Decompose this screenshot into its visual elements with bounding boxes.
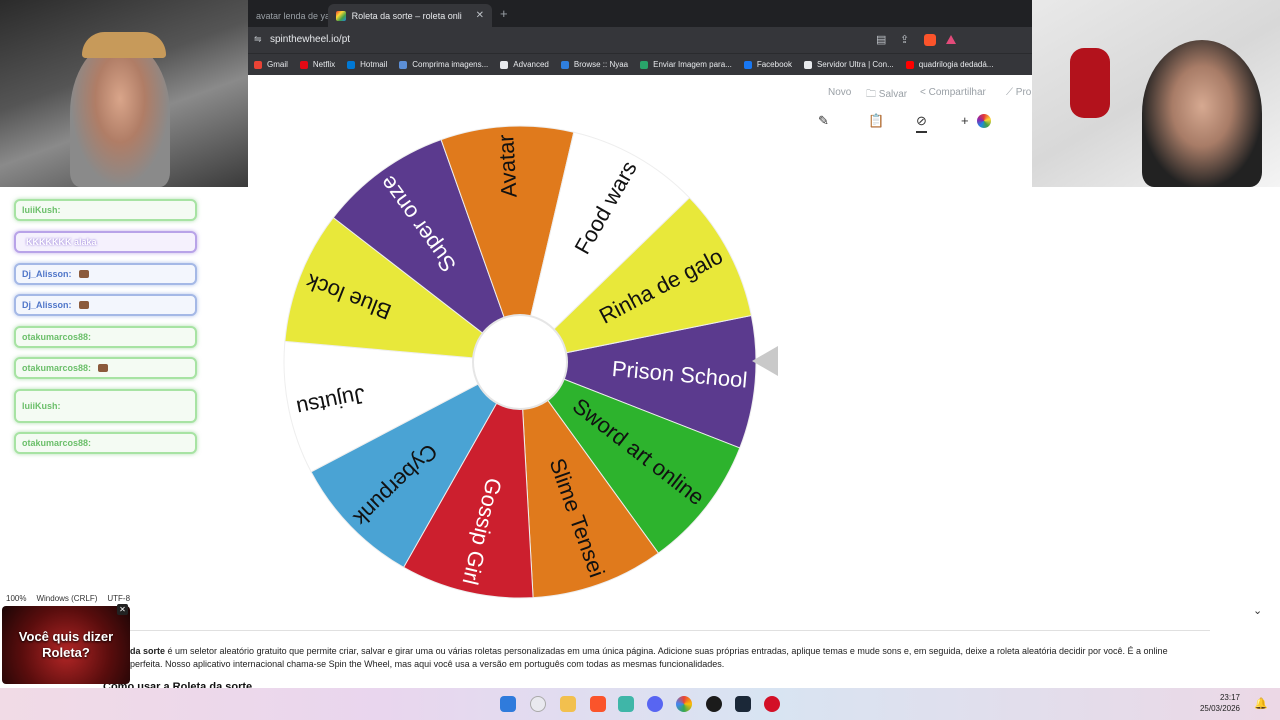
enviar-imagem-icon [640,60,649,69]
chat-message: KKKKKKK alaka [14,231,197,253]
add-icon[interactable]: + [961,113,969,128]
editor-status-bar: 100% Windows (CRLF) UTF-8 [0,591,196,605]
clipboard-icon[interactable]: 📋 [868,113,884,129]
promo-close-icon[interactable]: ✕ [117,604,128,615]
chat-message: luiiKush: [14,199,197,221]
brave-icon[interactable] [590,696,606,712]
salvar-link[interactable]: 🗀 Salvar [866,87,907,104]
promo-overlay[interactable]: Você quis dizer Roleta? [2,606,130,684]
steam-icon[interactable] [735,696,751,712]
webcam-left [0,0,248,187]
servidor-icon [803,60,812,69]
chat-username: luiiKush: [22,205,61,215]
tab-favicon-icon [336,10,346,21]
gmail-icon [254,60,262,69]
address-bar: ⇋ spinthewheel.io/pt ▤ ⇪ [248,27,1032,53]
zoom-level: 100% [6,593,27,603]
bookmark-comprima[interactable]: Comprima imagens... [399,60,488,69]
hide-eye-icon[interactable]: ⊘ [916,113,927,133]
guest-figure [1142,40,1262,187]
notification-icon[interactable]: 🔔 [1254,697,1268,710]
description-text: da sorte é um seletor aleatório gratuito… [130,646,1168,669]
emote-icon [78,301,89,309]
search-icon[interactable] [530,696,546,712]
comprima-icon [399,60,408,69]
chat-message: Dj_Alisson: [14,263,197,285]
url-text[interactable]: spinthewheel.io/pt [270,34,350,45]
bookmark-hotmail[interactable]: Hotmail [347,60,387,69]
promo-text: Você quis dizer Roleta? [18,629,114,660]
bookmarks-bar: Gmail Netflix Hotmail Comprima imagens..… [248,53,1032,75]
emote-icon [78,270,89,278]
brave-rewards-icon[interactable] [946,35,956,44]
chat-username: otakumarcos88: [22,332,92,342]
chat-username: luiiKush: [22,401,61,411]
compartilhar-link[interactable]: < Compartilhar [920,87,986,98]
line-ending: Windows (CRLF) [36,593,98,603]
share-icon[interactable]: ⇪ [900,33,909,46]
encoding: UTF-8 [107,593,131,603]
novo-link[interactable]: Novo [828,87,851,98]
netflix-icon [299,60,308,69]
tab-title: Roleta da sorte – roleta online g [351,10,462,21]
facebook-icon [743,60,752,69]
taskbar-clock[interactable]: 23:17 25/03/2026 [1200,692,1240,714]
emote-icon [98,364,109,372]
microphone-shape [1070,48,1110,118]
hotmail-icon [347,60,356,69]
chat-username: Dj_Alisson: [22,269,72,279]
browser-tab-bar: avatar lenda de yang Roleta da sorte – r… [248,0,1032,27]
app-icon[interactable] [618,696,634,712]
wheel-svg[interactable]: Prison SchoolSword art onlineSlime Tense… [276,118,764,606]
color-palette-icon[interactable] [977,114,991,128]
chat-message: otakumarcos88: [14,357,197,379]
chat-username: otakumarcos88: [22,363,92,373]
windows-taskbar: 23:17 25/03/2026 🔔 [0,688,1280,720]
bookmark-nyaa[interactable]: Browse :: Nyaa [560,60,628,69]
bookmark-gmail[interactable]: Gmail [254,60,288,69]
wheel-segment-label: Avatar [493,134,521,198]
chat-message: otakumarcos88: [14,432,197,454]
tab-roleta[interactable]: Roleta da sorte – roleta online g ✕ [328,4,492,27]
bookmark-advanced[interactable]: Advanced [500,60,549,69]
bookmark-enviar-imagem[interactable]: Enviar Imagem para... [640,60,732,69]
reader-mode-icon[interactable]: ▤ [876,33,886,46]
chat-username: Dj_Alisson: [22,300,72,310]
start-icon[interactable] [500,696,516,712]
wheel-pointer-icon [752,346,778,376]
chrome-icon[interactable] [676,696,692,712]
obs-icon[interactable] [706,696,722,712]
chat-text: KKKKKKK alaka [26,237,97,247]
chevron-down-icon[interactable]: ⌄ [1253,604,1262,617]
spin-wheel[interactable]: Prison School Sword art online Slime Tense… [276,118,764,606]
bookmark-facebook[interactable]: Facebook [743,60,792,69]
wheel-center-hub[interactable] [472,314,568,410]
bookmark-quadrilogia[interactable]: quadrilogia dedadá... [905,60,993,69]
chat-message: Dj_Alisson: [14,294,197,316]
youtube-icon [905,60,914,69]
new-tab-button[interactable]: + [500,6,508,21]
file-explorer-icon[interactable] [560,696,576,712]
media-icon[interactable] [764,696,780,712]
bookmark-servidor-ultra[interactable]: Servidor Ultra | Con... [803,60,894,69]
advanced-icon [500,60,509,69]
cap-shape [82,32,166,58]
brave-shield-icon[interactable] [924,34,936,46]
edit-pencil-icon[interactable]: ✎ [818,113,829,129]
description-section: da sorte é um seletor aleatório gratuito… [100,630,1210,693]
chat-message: luiiKush: [14,389,197,423]
webcam-right [1032,0,1280,187]
close-tab-icon[interactable]: ✕ [476,10,484,21]
nyaa-icon [560,60,569,69]
chat-username: otakumarcos88: [22,438,92,448]
bookmark-netflix[interactable]: Netflix [299,60,335,69]
site-info-icon[interactable]: ⇋ [254,34,262,45]
chat-message: otakumarcos88: [14,326,197,348]
pro-link[interactable]: ⟋ Pro [1006,87,1031,98]
streamer-figure [70,40,170,187]
discord-icon[interactable] [647,696,663,712]
